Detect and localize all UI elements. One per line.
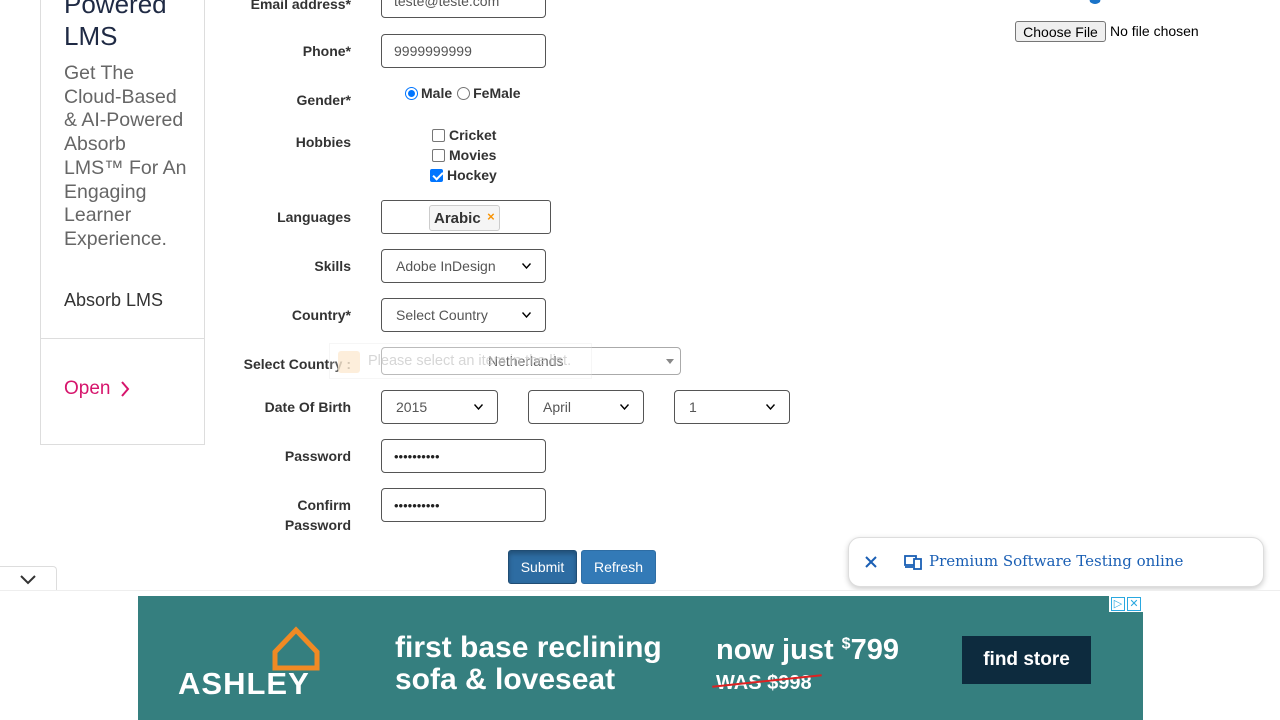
gender-female-radio[interactable]: [457, 86, 471, 100]
ashley-logo-text: ASHLEY: [178, 666, 310, 701]
upload-icon: [1089, 0, 1101, 4]
dropdown-arrow-icon: [666, 359, 674, 364]
submit-button[interactable]: Submit: [508, 550, 577, 584]
chevron-down-icon: [620, 404, 629, 410]
bottom-banner-ad[interactable]: ASHLEY first base reclining sofa & loves…: [138, 596, 1143, 720]
phone-label: Phone*: [302, 43, 351, 59]
find-store-button[interactable]: find store: [962, 636, 1091, 684]
hobby-cricket: Cricket: [432, 127, 496, 143]
chevron-right-icon: [121, 381, 130, 397]
dob-month-value: April: [543, 399, 572, 415]
skills-value: Adobe InDesign: [396, 258, 496, 274]
password-field[interactable]: ••••••••••: [381, 439, 546, 473]
password-label: Password: [284, 448, 351, 464]
gender-female-label: FeMale: [473, 85, 521, 101]
gender-male-radio[interactable]: [405, 86, 418, 100]
banner-price-prefix: now just: [716, 634, 842, 666]
ad-brand: Absorb LMS: [64, 290, 164, 310]
gender-radio-group: Male FeMale: [405, 85, 521, 101]
warning-icon: [338, 351, 360, 373]
hobby-hockey: Hockey: [430, 167, 497, 183]
ad-headline: Powered LMS: [64, 0, 167, 51]
close-icon[interactable]: ✕: [1127, 597, 1141, 611]
side-ad-panel: Powered LMS Get The Cloud-Based & AI-Pow…: [40, 0, 205, 445]
banner-was-price: WAS $998: [712, 672, 822, 695]
confirm-password-label-line1: Confirm: [297, 497, 351, 513]
hobby-movies: Movies: [432, 147, 496, 163]
email-field[interactable]: teste@teste.com: [381, 0, 546, 18]
refresh-button[interactable]: Refresh: [581, 550, 656, 584]
confirm-password-field[interactable]: ••••••••••: [381, 488, 546, 522]
dob-day-select[interactable]: 1: [674, 390, 790, 424]
country-label: Country*: [291, 307, 351, 323]
languages-label: Languages: [277, 209, 351, 225]
chevron-down-icon: [474, 404, 483, 410]
email-label: Email address*: [250, 0, 351, 12]
chip-remove-icon[interactable]: ×: [487, 209, 495, 224]
country-select[interactable]: Select Country: [381, 298, 546, 332]
dob-label: Date Of Birth: [264, 399, 351, 415]
collapse-ad-toggle[interactable]: [0, 566, 57, 593]
banner-price-value: 799: [850, 634, 899, 666]
language-chip-label: Arabic: [434, 209, 481, 227]
languages-multiselect[interactable]: Arabic ×: [381, 200, 551, 234]
adchoices-badge[interactable]: ▷ ✕: [1109, 596, 1143, 612]
confirm-password-label-line2: Password: [284, 517, 351, 533]
dob-day-value: 1: [689, 399, 697, 415]
validation-tooltip: Please select an item in the list.: [329, 343, 592, 379]
banner-tagline-line2: sofa & loveseat: [395, 663, 616, 696]
skills-select[interactable]: Adobe InDesign: [381, 249, 546, 283]
gender-male-label: Male: [421, 85, 453, 101]
ad-body: Get The Cloud-Based & AI-Powered Absorb …: [64, 62, 187, 250]
chevron-down-icon: [522, 312, 531, 318]
devices-icon: [904, 555, 922, 570]
validation-tooltip-text: Please select an item in the list.: [368, 353, 572, 369]
hobbies-label: Hobbies: [295, 134, 351, 150]
banner-tagline-line1: first base reclining: [395, 631, 662, 664]
dob-year-value: 2015: [396, 399, 428, 415]
hobby-cricket-label: Cricket: [449, 127, 497, 143]
language-chip: Arabic ×: [429, 205, 500, 231]
banner-tagline: first base reclining sofa & loveseat: [395, 632, 662, 696]
pill-text: Premium Software Testing online: [929, 552, 1184, 570]
choose-file-button[interactable]: Choose File: [1015, 21, 1106, 42]
chevron-down-icon: [522, 263, 531, 269]
hobby-cricket-checkbox[interactable]: [432, 128, 445, 142]
chevron-down-icon: [20, 575, 36, 585]
adchoices-icon[interactable]: ▷: [1111, 597, 1125, 611]
ad-divider: [41, 338, 204, 339]
dob-month-select[interactable]: April: [528, 390, 644, 424]
banner-price-symbol: $: [841, 635, 851, 653]
dob-year-select[interactable]: 2015: [381, 390, 498, 424]
file-status-text: No file chosen: [1110, 23, 1199, 39]
banner-price: now just $799: [716, 634, 899, 667]
ad-open-label: Open: [64, 378, 111, 399]
close-icon[interactable]: [863, 554, 879, 570]
hobby-movies-label: Movies: [449, 147, 497, 163]
hobby-hockey-checkbox[interactable]: [430, 168, 443, 182]
ad-open-button[interactable]: Open: [64, 378, 130, 400]
country-value: Select Country: [396, 307, 488, 323]
floating-ad-pill[interactable]: Premium Software Testing online: [848, 537, 1264, 587]
hobby-hockey-label: Hockey: [447, 167, 497, 183]
hobby-movies-checkbox[interactable]: [432, 148, 445, 162]
phone-field[interactable]: 9999999999: [381, 34, 546, 68]
gender-label: Gender*: [296, 92, 351, 108]
chevron-down-icon: [766, 404, 775, 410]
skills-label: Skills: [314, 258, 351, 274]
